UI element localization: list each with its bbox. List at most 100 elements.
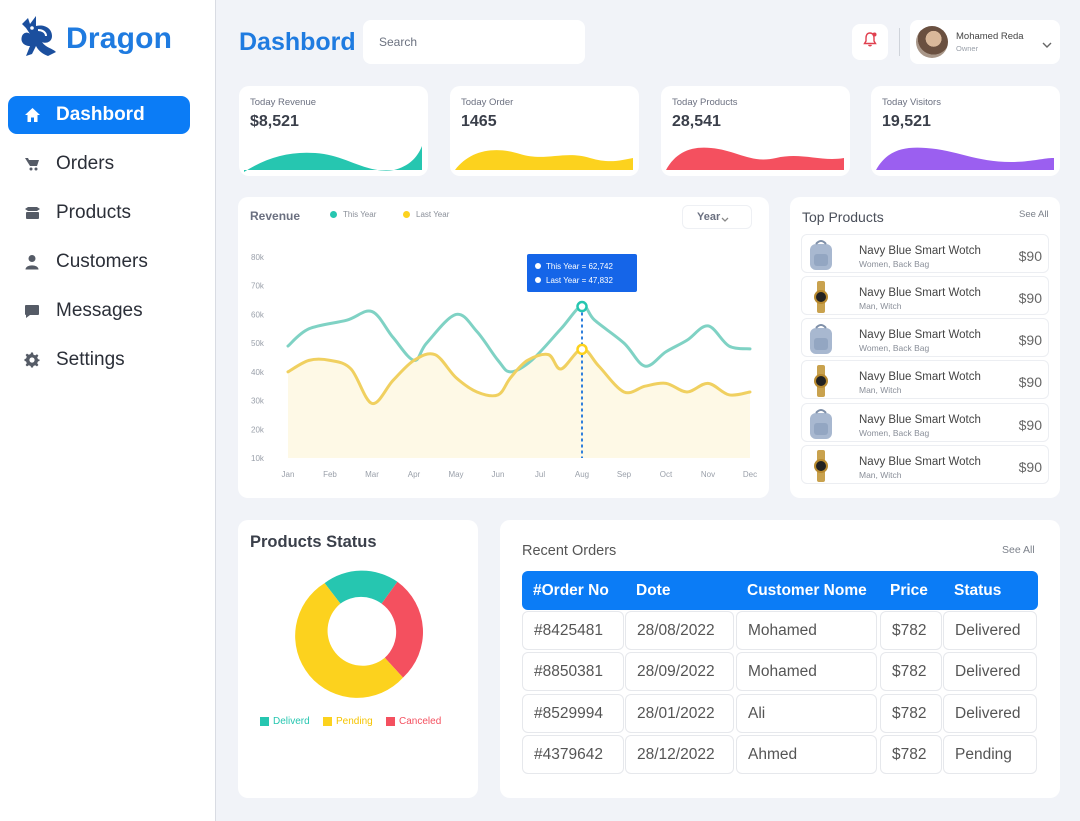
top-products-panel: Top Products See All Navy Blue Smart Wot… (790, 197, 1060, 498)
legend-label: Last Year (416, 210, 450, 219)
product-price: $90 (1018, 417, 1042, 433)
product-thumbnail (805, 407, 837, 440)
status-cell: Delivered (943, 611, 1037, 650)
x-tick-label: Sep (617, 470, 632, 479)
sidebar-item-customers[interactable]: Customers (8, 243, 190, 281)
period-label: Year (697, 211, 721, 223)
logo[interactable]: Dragon (18, 14, 172, 63)
y-tick-label: 10k (251, 454, 265, 463)
see-all-link[interactable]: See All (1019, 209, 1049, 220)
stat-label: Today Order (461, 97, 514, 108)
customer-cell: Ahmed (736, 735, 877, 774)
last-year-area (288, 348, 750, 458)
status-cell: Delivered (943, 652, 1037, 691)
orders-wave (455, 150, 633, 170)
sidebar-item-label: Products (56, 202, 131, 223)
legend-swatch (323, 717, 332, 726)
products-status-title: Products Status (250, 533, 377, 551)
y-tick-label: 20k (251, 425, 265, 434)
stat-value: 19,521 (882, 113, 931, 130)
y-tick-label: 60k (251, 310, 265, 319)
product-thumbnail (805, 364, 837, 397)
x-tick-label: May (448, 470, 463, 479)
stat-card-visitors[interactable]: Today Visitors 19,521 (871, 86, 1060, 176)
sidebar-item-products[interactable]: Products (8, 194, 190, 232)
product-category: Man, Witch (859, 470, 902, 480)
stat-card-revenue[interactable]: Today Revenue $8,521 (239, 86, 428, 176)
date-cell: 28/08/2022 (625, 611, 734, 650)
stat-label: Today Products (672, 97, 738, 108)
stat-card-orders[interactable]: Today Order 1465 (450, 86, 639, 176)
list-item[interactable]: Navy Blue Smart Wotch Women, Back Bag $90 (801, 318, 1049, 357)
product-price: $90 (1018, 290, 1042, 306)
legend-label: This Year (343, 210, 377, 219)
sidebar: Dragon Dashbord Orders Products Customer… (0, 0, 216, 821)
status-cell: Delivered (943, 694, 1037, 733)
product-category: Women, Back Bag (859, 259, 930, 269)
x-tick-label: Aug (575, 470, 589, 479)
product-thumbnail (805, 280, 837, 313)
price-cell: $782 (880, 611, 942, 650)
product-name: Navy Blue Smart Wotch (859, 329, 981, 341)
search-input[interactable] (363, 20, 585, 64)
x-tick-label: Jul (535, 470, 545, 479)
sidebar-nav: Dashbord Orders Products Customers Messa… (8, 96, 190, 390)
recent-orders-panel: Recent Orders See All #Order No Dote Cus… (500, 520, 1060, 798)
sidebar-item-orders[interactable]: Orders (8, 145, 190, 183)
list-item[interactable]: Navy Blue Smart Wotch Man, Witch $90 (801, 445, 1049, 484)
list-item[interactable]: Navy Blue Smart Wotch Man, Witch $90 (801, 360, 1049, 399)
list-item[interactable]: Navy Blue Smart Wotch Women, Back Bag $90 (801, 403, 1049, 442)
order-number-cell: #4379642 (522, 735, 624, 774)
gear-icon (22, 350, 42, 370)
dragon-logo-icon (18, 14, 58, 63)
brand-name: Dragon (66, 21, 173, 55)
user-role: Owner (956, 44, 979, 53)
product-thumbnail (805, 449, 837, 482)
product-name: Navy Blue Smart Wotch (859, 245, 981, 257)
status-cell: Pending (943, 735, 1037, 774)
user-menu[interactable]: Mohamed Reda Owner (910, 20, 1060, 64)
legend-dot (403, 211, 410, 218)
product-price: $90 (1018, 248, 1042, 264)
price-cell: $782 (880, 694, 942, 733)
column-header[interactable]: Price (890, 582, 928, 600)
sidebar-item-messages[interactable]: Messages (8, 292, 190, 330)
column-header[interactable]: Customer Nome (747, 582, 867, 600)
x-tick-label: Mar (365, 470, 379, 479)
stat-value: $8,521 (250, 113, 299, 130)
user-name: Mohamed Reda (956, 31, 1024, 42)
see-all-link[interactable]: See All (1002, 544, 1035, 556)
date-cell: 28/01/2022 (625, 694, 734, 733)
list-item[interactable]: Navy Blue Smart Wotch Women, Back Bag $90 (801, 234, 1049, 273)
chevron-down-icon (1042, 36, 1052, 54)
period-select[interactable]: Year (682, 205, 752, 229)
product-name: Navy Blue Smart Wotch (859, 414, 981, 426)
bell-icon (862, 31, 878, 53)
legend-swatch (386, 717, 395, 726)
x-tick-label: Oct (660, 470, 673, 479)
sidebar-item-label: Messages (56, 300, 143, 321)
highlight-point-last-year (576, 343, 588, 356)
notification-button[interactable] (852, 24, 888, 60)
x-tick-label: Feb (323, 470, 337, 479)
home-icon (22, 105, 42, 125)
list-item[interactable]: Navy Blue Smart Wotch Man, Witch $90 (801, 276, 1049, 315)
product-category: Women, Back Bag (859, 428, 930, 438)
column-header[interactable]: Status (954, 582, 1001, 600)
product-name: Navy Blue Smart Wotch (859, 287, 981, 299)
stat-card-products[interactable]: Today Products 28,541 (661, 86, 850, 176)
stat-value: 1465 (461, 113, 497, 130)
y-tick-label: 70k (251, 282, 265, 291)
product-thumbnail (805, 238, 837, 271)
legend-last-year: Last Year (403, 210, 449, 219)
sidebar-item-dashboard[interactable]: Dashbord (8, 96, 190, 134)
legend-label: Deliverd (273, 716, 310, 727)
products-wave (666, 147, 844, 170)
y-tick-label: 30k (251, 397, 265, 406)
sidebar-item-settings[interactable]: Settings (8, 341, 190, 379)
stat-value: 28,541 (672, 113, 721, 130)
column-header[interactable]: Dote (636, 582, 670, 600)
column-header[interactable]: #Order No (533, 582, 609, 600)
legend-label: Canceled (399, 716, 442, 727)
page-title: Dashbord (239, 28, 356, 56)
